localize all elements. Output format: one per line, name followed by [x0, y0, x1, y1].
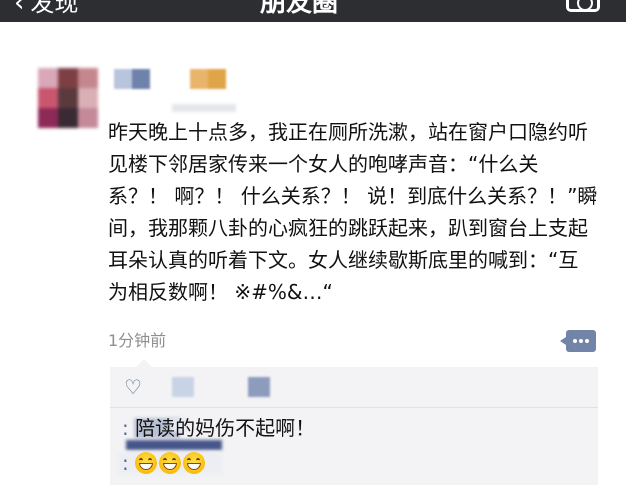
liker-mosaic[interactable] [172, 377, 194, 397]
comment-item[interactable]: : 陪读的妈伤不起啊！ [122, 415, 315, 441]
chevron-left-icon: ‹ [14, 0, 25, 18]
emoji-group [135, 451, 207, 475]
comment-separator: : [122, 416, 129, 440]
grinning-face-emoji [183, 452, 206, 474]
commenter-mosaic-dark[interactable] [126, 440, 222, 450]
nav-bar: ‹ 发现 朋友圈 [0, 0, 626, 22]
camera-icon[interactable] [566, 0, 600, 12]
avatar[interactable] [38, 68, 98, 128]
post-text: 昨天晚上十点多，我正在厕所洗漱，站在窗户口隐约听见楼下邻居家传来一个女人的咆哮声… [108, 120, 598, 304]
post-time: 1分钟前 [108, 331, 167, 350]
username-mosaic[interactable] [114, 69, 150, 89]
username-mosaic-2 [190, 69, 226, 89]
comment-text: 陪读的妈伤不起啊！ [135, 416, 316, 440]
page-title: 朋友圈 [260, 0, 339, 18]
liker-mosaic-2[interactable] [248, 377, 270, 397]
comment-action-icon[interactable] [560, 330, 596, 352]
grinning-face-emoji [159, 452, 182, 474]
username-blur [172, 104, 236, 112]
comment-separator-2: : [122, 451, 129, 475]
comment-item-2[interactable]: : [122, 450, 207, 476]
grinning-face-emoji [135, 452, 158, 474]
back-button[interactable]: ‹ 发现 [14, 0, 78, 16]
divider [110, 407, 598, 408]
back-label: 发现 [30, 0, 79, 17]
heart-icon: ♡ [124, 375, 142, 399]
